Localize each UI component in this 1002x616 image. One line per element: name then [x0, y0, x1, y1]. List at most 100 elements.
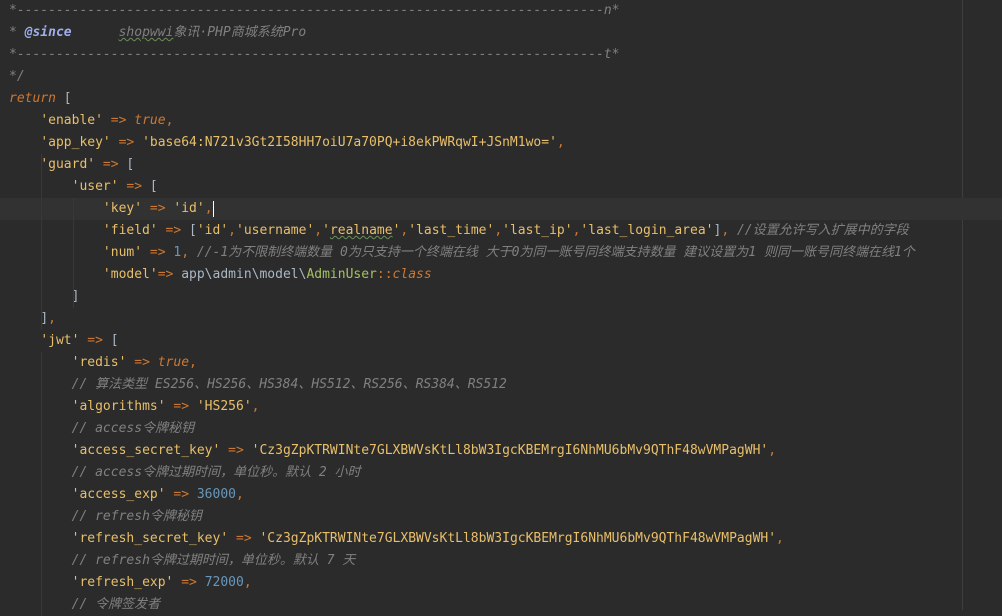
code-token: *---------------------------------------… — [9, 3, 620, 18]
code-token: class — [392, 267, 432, 282]
code-line[interactable]: // access令牌过期时间，单位秒。默认 2 小时 — [0, 462, 1002, 484]
code-token: 'last_login_area' — [580, 223, 714, 238]
code-line[interactable]: // 算法类型 ES256、HS256、HS384、HS512、RS256、RS… — [0, 374, 1002, 396]
code-token: 72000 — [204, 575, 244, 590]
code-token: true — [134, 113, 166, 128]
code-token: 'num' — [102, 245, 143, 260]
code-token: , — [776, 531, 784, 546]
code-token: [ — [110, 333, 119, 348]
code-token: 'model' — [102, 267, 158, 282]
code-line[interactable]: 'enable' => true, — [0, 110, 1002, 132]
code-token: 'last_time' — [408, 223, 495, 238]
code-token: 36000 — [196, 487, 236, 502]
code-line[interactable]: */ — [0, 66, 1002, 88]
code-line[interactable]: 'user' => [ — [0, 176, 1002, 198]
code-line[interactable]: 'num' => 1, //-1为不限制终端数量 0为只支持一个终端在线 大于0… — [0, 242, 1002, 264]
indent-guide — [41, 352, 42, 616]
code-token: // refresh令牌过期时间，单位秒。默认 7 天 — [71, 553, 356, 568]
code-token: :: — [376, 267, 393, 282]
code-token: //设置允许写入扩展中的字段 — [736, 223, 909, 238]
code-token: 'access_exp' — [71, 487, 166, 502]
code-line[interactable]: 'app_key' => 'base64:N721v3Gt2I58HH7oiU7… — [0, 132, 1002, 154]
code-token: * — [9, 25, 25, 40]
code-line[interactable]: // refresh令牌过期时间，单位秒。默认 7 天 — [0, 550, 1002, 572]
code-line[interactable]: ] — [0, 286, 1002, 308]
code-token: => — [102, 113, 135, 128]
code-line[interactable]: 'algorithms' => 'HS256', — [0, 396, 1002, 418]
code-token: 'jwt' — [40, 333, 80, 348]
code-token: , — [165, 113, 174, 128]
code-token: => — [228, 531, 260, 546]
code-token: 'user' — [71, 179, 119, 194]
code-token: true — [157, 355, 190, 370]
code-line[interactable]: return [ — [0, 88, 1002, 110]
text-caret — [212, 200, 214, 217]
code-token: 'access_secret_key' — [71, 443, 221, 458]
code-token: => — [165, 487, 197, 502]
code-token: , — [494, 223, 503, 238]
code-token: , — [251, 399, 260, 414]
code-token: 'refresh_exp' — [71, 575, 174, 590]
code-token: 'Cz3gZpKTRWINte7GLXBWVsKtLl8bW3IgcKBEMrg… — [251, 443, 769, 458]
code-line[interactable]: 'guard' => [ — [0, 154, 1002, 176]
indent-guide — [73, 198, 74, 308]
code-line[interactable]: // 令牌签发者 — [0, 594, 1002, 616]
code-token: 'app_key' — [40, 135, 111, 150]
code-token: 'redis' — [71, 355, 127, 370]
code-line-current[interactable]: 'key' => 'id', — [0, 198, 1002, 220]
code-line[interactable]: *---------------------------------------… — [0, 0, 1002, 22]
code-line[interactable]: 'access_secret_key' => 'Cz3gZpKTRWINte7G… — [0, 440, 1002, 462]
code-token: , — [314, 223, 323, 238]
code-token: 'algorithms' — [71, 399, 166, 414]
code-token: , — [181, 245, 197, 260]
indent-guide — [41, 154, 42, 330]
code-line[interactable]: 'redis' => true, — [0, 352, 1002, 374]
code-token: => — [79, 333, 111, 348]
code-token: //-1为不限制终端数量 0为只支持一个终端在线 大于0为同一账号同终端支持数量… — [196, 245, 915, 260]
code-line[interactable]: * @since shopwwi象讯·PHP商城系统Pro — [0, 22, 1002, 44]
code-line[interactable]: 'field' => ['id','username','realname','… — [0, 220, 1002, 242]
code-token: => — [126, 355, 158, 370]
code-token: , — [189, 355, 197, 370]
code-token: 'id' — [196, 223, 229, 238]
code-line[interactable]: // access令牌秘钥 — [0, 418, 1002, 440]
code-line[interactable]: 'refresh_secret_key' => 'Cz3gZpKTRWINte7… — [0, 528, 1002, 550]
code-token: [ — [55, 91, 72, 106]
code-token: , — [48, 311, 56, 326]
code-token: // access令牌过期时间，单位秒。默认 2 小时 — [71, 465, 361, 480]
code-token: // 算法类型 ES256、HS256、HS384、HS512、RS256、RS… — [71, 377, 507, 392]
code-token: , — [204, 201, 213, 216]
code-token: shopwwi — [118, 25, 174, 40]
code-token: [ — [149, 179, 158, 194]
code-line[interactable]: 'model'=> app\admin\model\AdminUser::cla… — [0, 264, 1002, 286]
code-line[interactable]: 'refresh_exp' => 72000, — [0, 572, 1002, 594]
code-line[interactable]: 'access_exp' => 36000, — [0, 484, 1002, 506]
code-token: return — [9, 91, 56, 106]
code-line[interactable]: *---------------------------------------… — [0, 44, 1002, 66]
code-token: => — [157, 267, 182, 282]
code-token: ' — [322, 223, 330, 238]
code-token: [ — [126, 157, 135, 172]
code-token: , — [768, 443, 777, 458]
code-token: => — [173, 575, 205, 590]
code-token: realname — [329, 223, 393, 238]
code-editor[interactable]: *---------------------------------------… — [0, 0, 1002, 616]
code-token: , — [228, 223, 236, 238]
code-line[interactable]: // refresh令牌秘钥 — [0, 506, 1002, 528]
code-token: AdminUser — [306, 267, 377, 282]
code-line[interactable]: 'jwt' => [ — [0, 330, 1002, 352]
code-token: // access令牌秘钥 — [71, 421, 195, 436]
code-token: 'HS256' — [196, 399, 252, 414]
code-token: 'field' — [102, 223, 158, 238]
code-token: => — [142, 201, 174, 216]
code-line[interactable]: ], — [0, 308, 1002, 330]
code-token: , — [236, 487, 244, 502]
code-token: , — [556, 135, 565, 150]
